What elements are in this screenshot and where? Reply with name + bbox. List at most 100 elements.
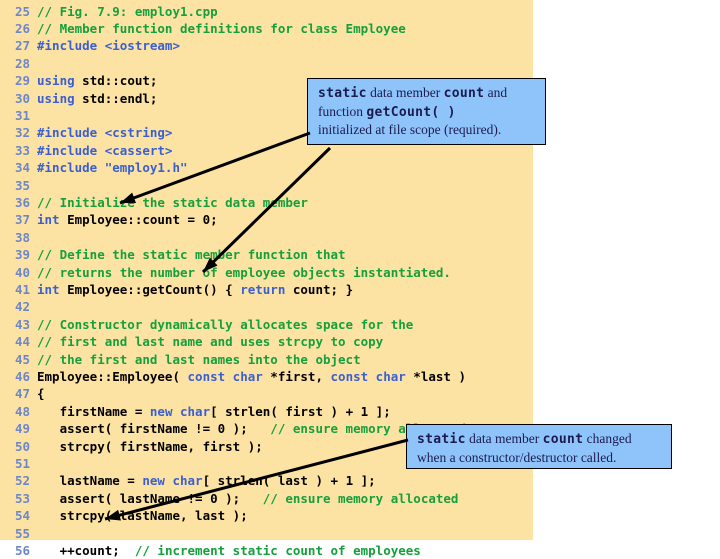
code-token: strcpy( firstName, first ); bbox=[37, 438, 263, 454]
code-token: Employee::getCount() { bbox=[59, 281, 241, 297]
code-token: // the first and last names into the obj… bbox=[37, 351, 361, 367]
callout-static-count-changed: static data member count changed when a … bbox=[406, 424, 672, 469]
callout-line-3: initialized at file scope (required). bbox=[318, 122, 502, 137]
code-line: 51 bbox=[0, 455, 37, 472]
code-line-text: strcpy( firstName, first ); bbox=[30, 438, 263, 455]
code-token: // ensure memory allocated bbox=[262, 490, 459, 506]
code-line: 39 // Define the static member function t… bbox=[0, 246, 346, 263]
code-line-text: #include <cassert> bbox=[30, 142, 172, 159]
code-line-number: 32 bbox=[14, 125, 30, 141]
callout-identifier-count: count bbox=[443, 86, 485, 101]
code-line-text: { bbox=[30, 385, 45, 402]
code-token: #include "employ1.h" bbox=[37, 160, 188, 176]
code-line: 56 ++count; // increment static count of… bbox=[0, 542, 421, 559]
code-line: 46 Employee::Employee( const char *first,… bbox=[0, 368, 466, 385]
code-token: #include <cassert> bbox=[37, 142, 173, 158]
code-token: // returns the number of employee object… bbox=[37, 264, 451, 280]
callout-identifier-count: count bbox=[542, 432, 584, 447]
code-token: Employee::Employee( bbox=[37, 368, 188, 384]
callout-line-1: static data member count changed bbox=[417, 430, 663, 449]
code-line: 30 using std::endl; bbox=[0, 90, 158, 107]
code-token: int bbox=[37, 281, 60, 297]
code-line-text: int Employee::count = 0; bbox=[30, 211, 218, 228]
code-line-number: 51 bbox=[14, 455, 30, 471]
code-line-number: 56 bbox=[14, 542, 30, 558]
code-token: #include <cstring> bbox=[37, 125, 173, 141]
code-line: 28 bbox=[0, 55, 37, 72]
code-line: 55 bbox=[0, 525, 37, 542]
code-line-text: // first and last name and uses strcpy t… bbox=[30, 333, 383, 350]
code-line-text: #include "employ1.h" bbox=[30, 159, 188, 176]
code-line-number: 39 bbox=[14, 247, 30, 263]
callout-identifier-getcount: getCount( ) bbox=[366, 104, 456, 120]
code-line-number: 26 bbox=[14, 20, 30, 36]
code-line-text: Employee::Employee( const char *first, c… bbox=[30, 368, 466, 385]
code-line-number: 31 bbox=[14, 107, 30, 123]
code-token: const char bbox=[187, 368, 263, 384]
code-line: 29 using std::cout; bbox=[0, 72, 158, 89]
code-line: 36 // Initialize the static data member bbox=[0, 194, 308, 211]
code-token: ++count; bbox=[37, 542, 135, 558]
code-line-text: lastName = new char[ strlen( last ) + 1 … bbox=[30, 472, 376, 489]
callout-line-2: when a constructor/destructor called. bbox=[417, 449, 617, 465]
code-line-text: #include <iostream> bbox=[30, 37, 180, 54]
code-token: using bbox=[37, 90, 75, 106]
code-line-number: 53 bbox=[14, 490, 30, 506]
code-token: lastName = bbox=[37, 473, 143, 489]
code-token: assert( lastName != 0 ); bbox=[37, 490, 263, 506]
code-line-number: 55 bbox=[14, 525, 30, 541]
code-token: // Initialize the static data member bbox=[37, 194, 308, 210]
code-line: 45 // the first and last names into the o… bbox=[0, 351, 361, 368]
code-token: // Constructor dynamically allocates spa… bbox=[37, 316, 414, 332]
code-token: [ strlen( last ) + 1 ]; bbox=[202, 473, 376, 489]
code-line: 52 lastName = new char[ strlen( last ) +… bbox=[0, 472, 376, 489]
code-token: Employee::count = 0; bbox=[59, 212, 218, 228]
code-line: 48 firstName = new char[ strlen( first )… bbox=[0, 403, 391, 420]
code-token: // first and last name and uses strcpy t… bbox=[37, 334, 384, 350]
code-line: 37 int Employee::count = 0; bbox=[0, 211, 218, 228]
code-line-number: 25 bbox=[14, 3, 30, 19]
code-line: 38 bbox=[0, 229, 37, 246]
code-token: return bbox=[240, 281, 286, 297]
code-line: 32 #include <cstring> bbox=[0, 124, 173, 141]
code-line-number: 43 bbox=[14, 316, 30, 332]
code-line-number: 37 bbox=[14, 212, 30, 228]
code-line: 42 bbox=[0, 298, 37, 315]
code-line-number: 28 bbox=[14, 55, 30, 71]
code-token: std::cout; bbox=[74, 73, 158, 89]
code-line: 53 assert( lastName != 0 ); // ensure me… bbox=[0, 490, 459, 507]
code-line-number: 42 bbox=[14, 299, 30, 315]
code-line-number: 38 bbox=[14, 229, 30, 245]
code-line-text: // the first and last names into the obj… bbox=[30, 351, 361, 368]
code-line-number: 36 bbox=[14, 194, 30, 210]
code-line: 44 // first and last name and uses strcpy… bbox=[0, 333, 383, 350]
code-line-number: 34 bbox=[14, 160, 30, 176]
code-token: [ strlen( first ) + 1 ]; bbox=[210, 403, 391, 419]
code-line-number: 44 bbox=[14, 334, 30, 350]
callout-text-function: function bbox=[318, 103, 367, 119]
code-token: count; } bbox=[285, 281, 354, 297]
code-token: #include <iostream> bbox=[37, 38, 180, 54]
code-line: 50 strcpy( firstName, first ); bbox=[0, 438, 263, 455]
code-line-text: // Fig. 7.9: employ1.cpp bbox=[30, 3, 218, 20]
code-line-text: using std::cout; bbox=[30, 72, 157, 89]
code-line: 35 bbox=[0, 177, 37, 194]
code-line-text: assert( firstName != 0 ); // ensure memo… bbox=[30, 420, 466, 437]
code-line: 34 #include "employ1.h" bbox=[0, 159, 188, 176]
code-line: 27 #include <iostream> bbox=[0, 37, 180, 54]
code-line: 26 // Member function definitions for cla… bbox=[0, 20, 406, 37]
code-line-text: #include <cstring> bbox=[30, 124, 172, 141]
code-line-number: 30 bbox=[14, 90, 30, 106]
code-token: *first, bbox=[262, 368, 331, 384]
code-line-number: 46 bbox=[14, 368, 30, 384]
code-line-text: strcpy( lastName, last ); bbox=[30, 507, 248, 524]
code-line: 43 // Constructor dynamically allocates s… bbox=[0, 316, 413, 333]
code-line-number: 45 bbox=[14, 351, 30, 367]
code-line-number: 50 bbox=[14, 438, 30, 454]
callout-text: data member bbox=[366, 85, 444, 100]
code-line: 25 // Fig. 7.9: employ1.cpp bbox=[0, 3, 218, 20]
callout-text: data member bbox=[465, 431, 543, 446]
code-token: firstName = bbox=[37, 403, 150, 419]
code-token: strcpy( lastName, last ); bbox=[37, 508, 248, 524]
code-line: 54 strcpy( lastName, last ); bbox=[0, 507, 248, 524]
